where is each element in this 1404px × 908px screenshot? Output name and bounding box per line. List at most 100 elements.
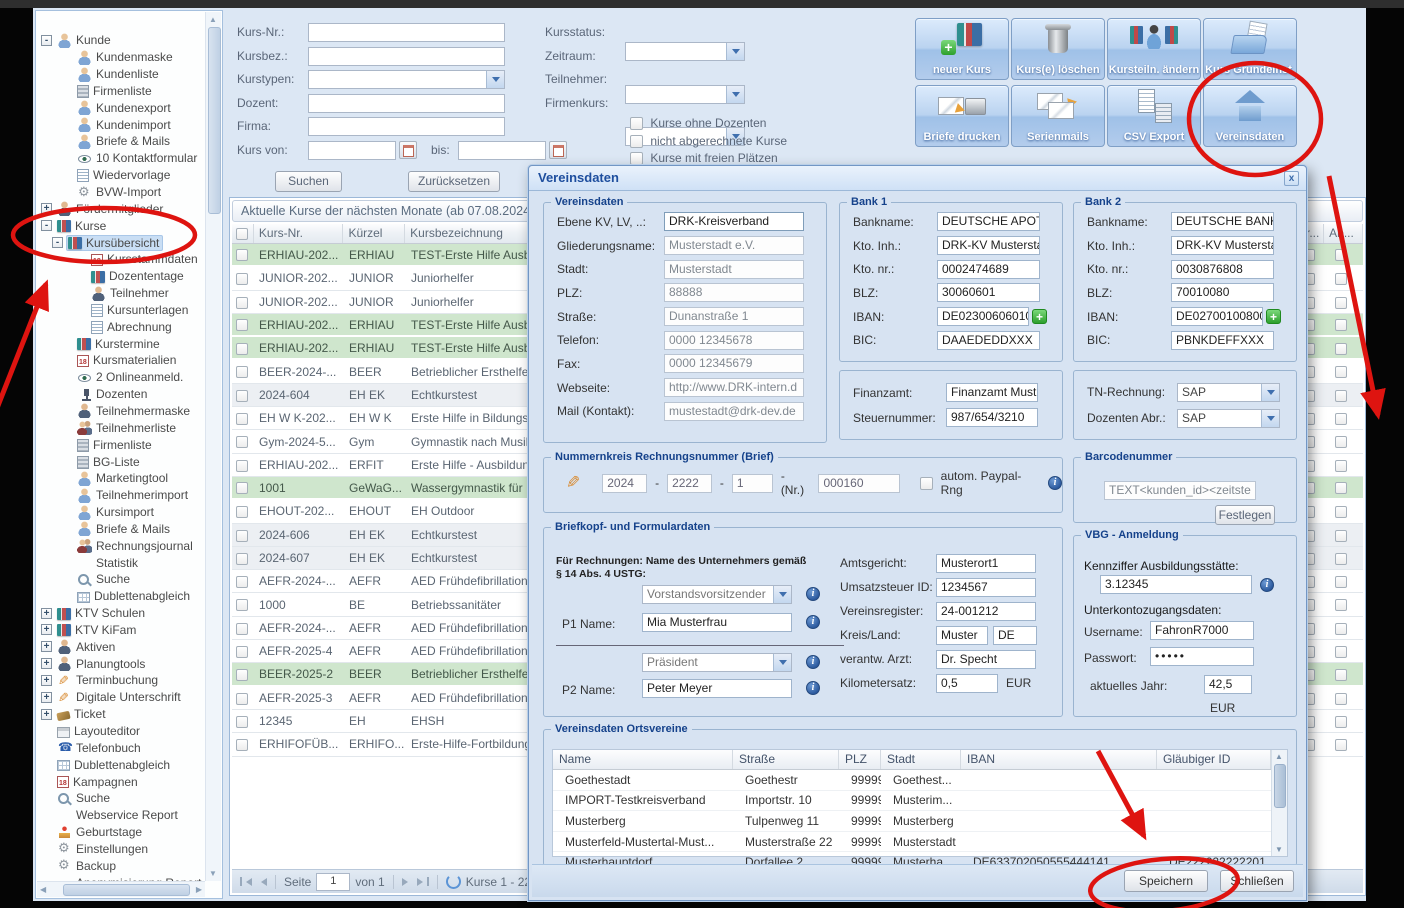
text-input[interactable]: DEUTSCHE APOTHE	[937, 212, 1040, 231]
filter-checkbox[interactable]	[630, 135, 643, 148]
table-row[interactable]: IMPORT-Testkreisverband Importstr. 10 99…	[553, 791, 1287, 812]
row-ab-checkbox[interactable]	[1335, 506, 1347, 518]
text-input[interactable]: DE02300606010	[937, 307, 1029, 326]
prev-page-button[interactable]	[257, 878, 267, 886]
column-header-strasse[interactable]: Straße	[733, 750, 839, 769]
table-scrollbar[interactable]: ▲ ▼	[1271, 750, 1287, 856]
bis-date-input[interactable]	[458, 141, 546, 160]
tree-item[interactable]: 10 Kontaktformular	[37, 150, 205, 167]
tree-item[interactable]: Kursstammdaten	[37, 251, 205, 268]
tree-item[interactable]: Dublettenabgleich	[37, 588, 205, 605]
column-header-plz[interactable]: PLZ	[839, 750, 881, 769]
text-input[interactable]: Musterstadt	[664, 260, 804, 279]
text-input[interactable]: DRK-Kreisverband	[664, 212, 804, 231]
row-checkbox[interactable]	[236, 319, 248, 331]
kursvon-date-input[interactable]	[308, 141, 396, 160]
dropdown[interactable]: SAP	[1177, 383, 1280, 402]
tree-item[interactable]: Wiedervorlage	[37, 167, 205, 184]
sidebar-vertical-scrollbar[interactable]: ▲ ▼	[205, 12, 221, 881]
row-checkbox[interactable]	[236, 646, 248, 658]
tree-item[interactable]: Teilnehmermaske	[37, 403, 205, 420]
serial-mails-button[interactable]: Serienmails	[1011, 85, 1105, 147]
tree-item[interactable]: Kundenexport	[37, 99, 205, 116]
tree-item[interactable]: Kundenliste	[37, 66, 205, 83]
year-input[interactable]: 2024	[602, 474, 647, 493]
scroll-left-icon[interactable]: ◀	[40, 885, 46, 894]
festlegen-button[interactable]: Festlegen	[1215, 505, 1275, 525]
text-input[interactable]: http://www.DRK-intern.d	[664, 378, 804, 397]
row-checkbox[interactable]	[236, 739, 248, 751]
kursstatus-dropdown[interactable]	[625, 42, 745, 61]
info-icon[interactable]	[806, 615, 820, 629]
text-input[interactable]: 0000 12345678	[664, 331, 804, 350]
tree-item[interactable]: Einstellungen	[37, 841, 205, 858]
tree-item[interactable]: + KTV Schulen	[37, 605, 205, 622]
tree-expander-icon[interactable]: -	[41, 220, 52, 231]
tree-item[interactable]: Abrechnung	[37, 318, 205, 335]
text-input[interactable]: Muster	[936, 626, 988, 645]
tree-item[interactable]: 2 Onlineanmeld.	[37, 369, 205, 386]
dropdown[interactable]: SAP	[1177, 409, 1280, 428]
tree-item[interactable]: Anonymisierung Report	[37, 874, 205, 881]
table-row[interactable]: Musterfeld-Mustertal-Must... Musterstraß…	[553, 832, 1287, 853]
tree-item[interactable]: Suche	[37, 571, 205, 588]
row-checkbox[interactable]	[236, 390, 248, 402]
row-checkbox[interactable]	[236, 716, 248, 728]
tree-expander-icon[interactable]: +	[41, 608, 52, 619]
csv-export-button[interactable]: CSV Export	[1107, 85, 1201, 147]
number-input[interactable]: 000160	[818, 474, 900, 493]
first-page-button[interactable]	[240, 877, 252, 886]
change-participants-button[interactable]: Kursteiln. ändern	[1107, 18, 1201, 80]
row-ab-checkbox[interactable]	[1335, 553, 1347, 565]
text-input[interactable]: 1234567	[936, 578, 1036, 597]
text-input[interactable]: Musterstadt e.V.	[664, 236, 804, 255]
row-ab-checkbox[interactable]	[1335, 249, 1347, 261]
row-checkbox[interactable]	[236, 436, 248, 448]
row-ab-checkbox[interactable]	[1335, 436, 1347, 448]
table-row[interactable]: Goethestadt Goethestr 99999 Goethest...	[553, 770, 1287, 791]
jahr-input[interactable]: 42,5	[1204, 675, 1252, 694]
tree-item[interactable]: Rechnungsjournal	[37, 537, 205, 554]
paypal-checkbox[interactable]	[920, 477, 933, 490]
tree-item[interactable]: Firmenliste	[37, 83, 205, 100]
text-input[interactable]: DEUTSCHE BANK A	[1171, 212, 1274, 231]
zeitraum-dropdown[interactable]	[625, 85, 745, 104]
tree-item[interactable]: BVW-Import	[37, 184, 205, 201]
tree-item[interactable]: Teilnehmer	[37, 285, 205, 302]
tree-item[interactable]: Layouteditor	[37, 723, 205, 740]
row-ab-checkbox[interactable]	[1335, 297, 1347, 309]
row-checkbox[interactable]	[236, 366, 248, 378]
print-letters-button[interactable]: Briefe drucken	[915, 85, 1009, 147]
scroll-down-icon[interactable]: ▼	[208, 869, 218, 878]
tree-item[interactable]: Statistik	[37, 554, 205, 571]
text-input[interactable]: PBNKDEFFXXX	[1171, 331, 1274, 350]
tree-item[interactable]: + Digitale Unterschrift	[37, 689, 205, 706]
filter-checkbox[interactable]	[630, 117, 643, 130]
range-input[interactable]: 2222	[667, 474, 712, 493]
reset-button[interactable]: Zurücksetzen	[408, 171, 500, 192]
text-input[interactable]: Dunanstraße 1	[664, 307, 804, 326]
p1-role-dropdown[interactable]: Vorstandsvorsitzender	[642, 585, 792, 604]
tree-item[interactable]: - Kursübersicht	[37, 234, 205, 251]
column-header-stadt[interactable]: Stadt	[881, 750, 961, 769]
tree-item[interactable]: BG-Liste	[37, 453, 205, 470]
close-button[interactable]: Schließen	[1220, 870, 1294, 892]
scroll-up-icon[interactable]: ▲	[208, 15, 218, 24]
scroll-up-icon[interactable]: ▲	[1274, 752, 1284, 761]
kennziffer-input[interactable]: 3.12345	[1100, 575, 1252, 594]
text-input[interactable]: Musterort1	[936, 554, 1036, 573]
tree-expander-icon[interactable]: +	[41, 658, 52, 669]
tree-item[interactable]: + Aktiven	[37, 638, 205, 655]
text-input[interactable]: mustestadt@drk-dev.de	[664, 402, 804, 421]
tree-item[interactable]: Kundenmaske	[37, 49, 205, 66]
kursnr-input[interactable]	[308, 23, 505, 42]
save-button[interactable]: Speichern	[1124, 870, 1208, 892]
row-checkbox[interactable]	[236, 623, 248, 635]
row-ab-checkbox[interactable]	[1335, 739, 1347, 751]
row-checkbox[interactable]	[236, 249, 248, 261]
tree-item[interactable]: Dozenten	[37, 386, 205, 403]
tree-item[interactable]: Dublettenabgleich	[37, 756, 205, 773]
scrollbar-thumb[interactable]	[208, 27, 221, 214]
text-input[interactable]: 88888	[664, 283, 804, 302]
search-button[interactable]: Suchen	[275, 171, 342, 192]
